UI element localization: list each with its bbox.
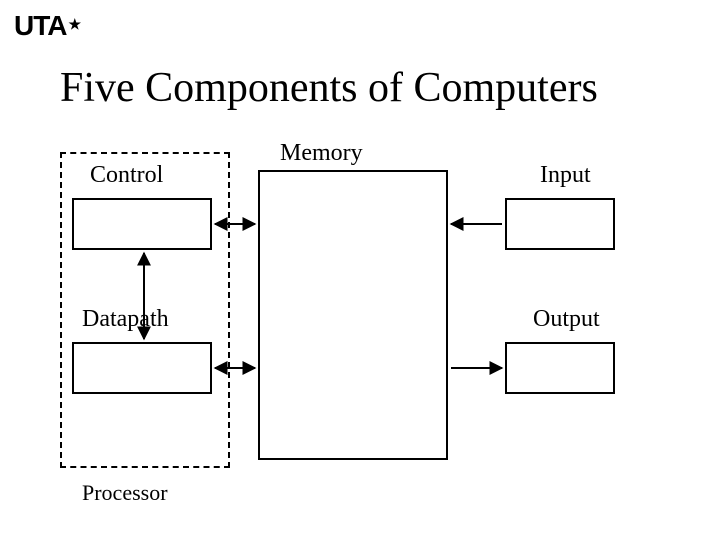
output-box <box>505 342 615 394</box>
arrow-control-memory <box>212 214 258 234</box>
star-icon: ★ <box>68 17 80 31</box>
arrow-input-memory <box>448 214 505 234</box>
processor-label: Processor <box>82 480 168 506</box>
uta-logo: UTA ★ <box>14 10 80 42</box>
slide: UTA ★ Five Components of Computers Memor… <box>0 0 720 540</box>
arrow-control-datapath <box>134 250 154 342</box>
input-box <box>505 198 615 250</box>
output-label: Output <box>533 306 600 333</box>
control-box <box>72 198 212 250</box>
datapath-box <box>72 342 212 394</box>
input-label: Input <box>540 162 591 189</box>
page-title: Five Components of Computers <box>60 64 598 112</box>
arrow-datapath-memory <box>212 358 258 378</box>
memory-label: Memory <box>280 140 363 167</box>
arrow-memory-output <box>448 358 505 378</box>
memory-box <box>258 170 448 460</box>
logo-text: UTA <box>14 10 66 42</box>
